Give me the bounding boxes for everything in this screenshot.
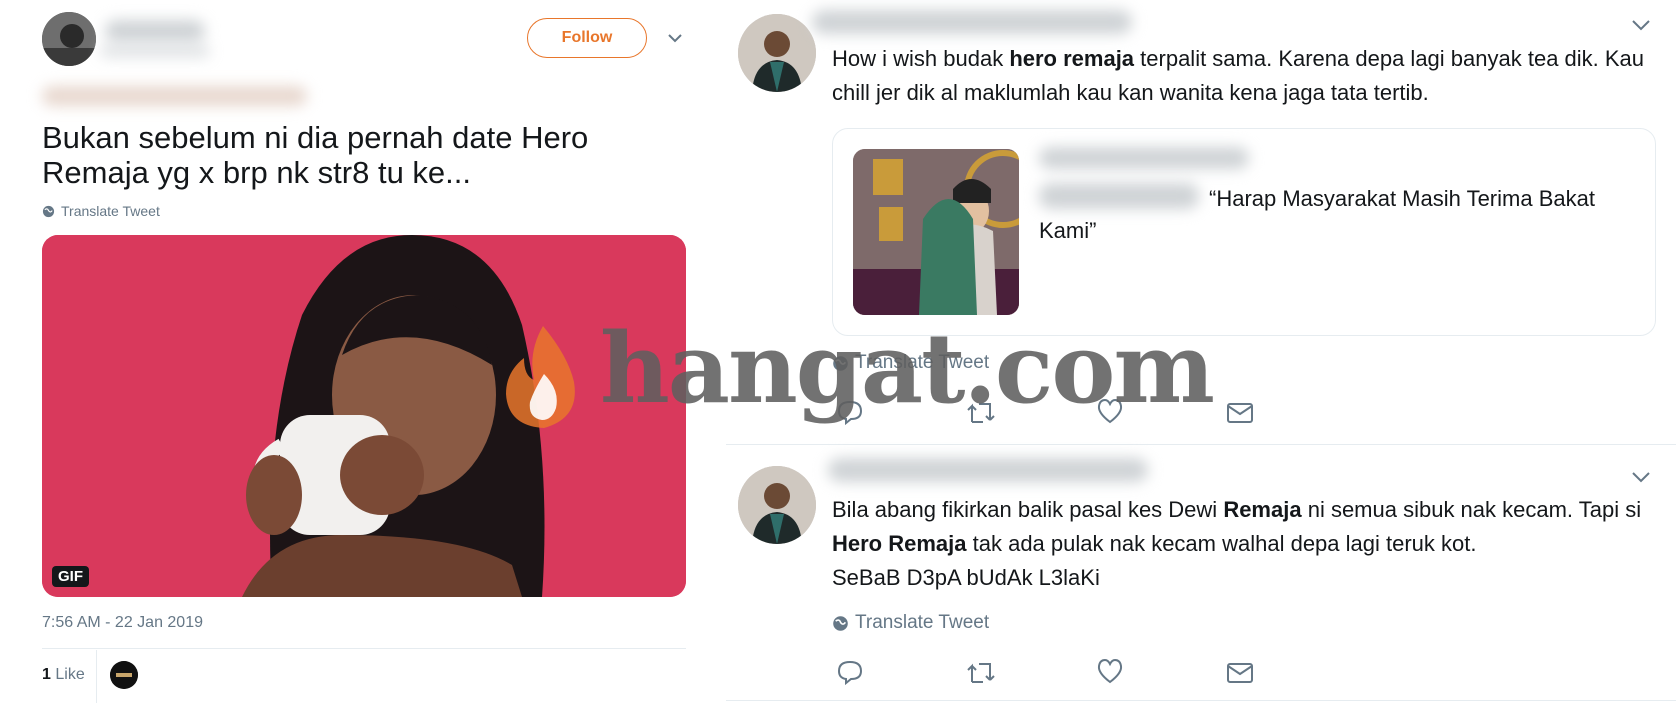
reply-context-redacted xyxy=(42,86,307,106)
author-handle-redacted xyxy=(100,44,210,58)
like-icon[interactable] xyxy=(1096,658,1124,684)
reply-author-avatar[interactable] xyxy=(738,466,816,544)
like-count-label: Like xyxy=(55,666,85,683)
like-count-number: 1 xyxy=(42,666,51,683)
globe-icon xyxy=(42,205,55,218)
gif-media[interactable]: GIF xyxy=(42,235,686,597)
reply-2-text: Bila abang fikirkan balik pasal kes Dewi… xyxy=(832,493,1662,595)
liker-avatar[interactable] xyxy=(110,661,138,689)
tweet-text: Bukan sebelum ni dia pernah date Hero Re… xyxy=(42,120,589,190)
reply-1-text: How i wish budak hero remaja terpalit sa… xyxy=(832,42,1652,110)
translate-label: Translate Tweet xyxy=(855,612,990,633)
quote-text: “Harap Masyarakat Masih Terima Bakat Kam… xyxy=(1039,186,1595,243)
translate-label: Translate Tweet xyxy=(61,203,160,219)
text-segment: ni semua sibuk nak kecam. Tapi si xyxy=(1301,497,1642,522)
translate-tweet-link[interactable]: Translate Tweet xyxy=(832,352,989,374)
follow-button[interactable]: Follow xyxy=(527,18,647,58)
translate-tweet-link[interactable]: Translate Tweet xyxy=(42,203,160,219)
dm-icon[interactable] xyxy=(1226,401,1254,425)
reply-author-name-redacted xyxy=(812,10,1132,34)
globe-icon xyxy=(832,355,849,372)
retweet-icon[interactable] xyxy=(965,400,997,426)
translate-tweet-link[interactable]: Translate Tweet xyxy=(832,612,989,634)
text-highlight: Remaja xyxy=(1223,497,1302,522)
dm-icon[interactable] xyxy=(1226,661,1254,685)
author-avatar[interactable] xyxy=(42,12,96,66)
globe-icon xyxy=(832,615,849,632)
text-segment: SeBaB D3pA bUdAk L3laKi xyxy=(832,565,1100,590)
text-segment: tak ada pulak nak kecam walhal depa lagi… xyxy=(966,531,1477,556)
text-highlight: Hero Remaja xyxy=(832,531,967,556)
reply-author-avatar[interactable] xyxy=(738,14,816,92)
translate-label: Translate Tweet xyxy=(855,352,990,373)
retweet-icon[interactable] xyxy=(965,660,997,686)
chevron-down-icon[interactable] xyxy=(1631,470,1651,484)
divider xyxy=(42,648,686,649)
like-icon[interactable] xyxy=(1096,398,1124,424)
text-highlight: hero remaja xyxy=(1009,46,1135,71)
quoted-tweet-card[interactable]: “Harap Masyarakat Masih Terima Bakat Kam… xyxy=(832,128,1656,336)
gif-badge: GIF xyxy=(52,566,89,587)
reply-icon[interactable] xyxy=(836,658,864,686)
reply-icon[interactable] xyxy=(836,398,864,426)
text-segment: Bila abang fikirkan balik pasal kes Dewi xyxy=(832,497,1224,522)
like-count[interactable]: 1 Like xyxy=(42,666,85,684)
chevron-down-icon[interactable] xyxy=(1631,18,1651,32)
reply-author-name-redacted xyxy=(828,458,1148,482)
divider xyxy=(726,700,1676,701)
author-name-redacted xyxy=(105,20,205,42)
chevron-down-icon[interactable] xyxy=(667,32,683,44)
tweet-timestamp[interactable]: 7:56 AM - 22 Jan 2019 xyxy=(42,614,203,632)
quote-thumbnail xyxy=(853,149,1019,315)
divider xyxy=(726,444,1676,445)
quote-author-redacted xyxy=(1039,147,1249,169)
divider xyxy=(96,650,97,703)
text-segment: How i wish budak xyxy=(832,46,1010,71)
